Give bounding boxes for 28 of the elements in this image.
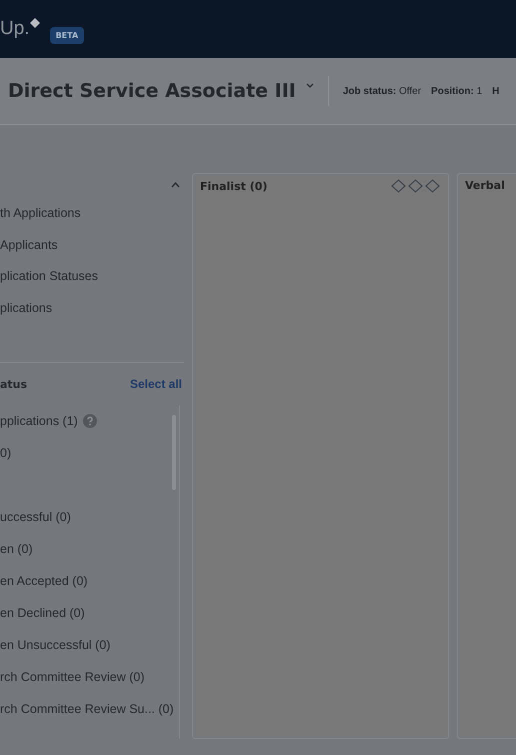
status-option[interactable]: en Unsuccessful (0) — [0, 638, 110, 652]
filter-option[interactable]: th Applications — [0, 206, 81, 220]
diamonds-icon[interactable] — [390, 179, 441, 193]
help-icon[interactable] — [82, 414, 97, 428]
status-option[interactable]: 0) — [0, 446, 12, 460]
status-option[interactable]: en Declined (0) — [0, 606, 85, 620]
job-title: Direct Service Associate III — [8, 80, 296, 102]
chevron-up-icon[interactable] — [171, 182, 180, 188]
meta-text: H — [492, 86, 500, 96]
logo: Up. — [0, 18, 40, 40]
job-status: Job status: Offer — [342, 86, 422, 96]
beta-badge: BETA — [50, 26, 84, 44]
chevron-down-icon[interactable] — [306, 83, 314, 89]
status-option[interactable]: pplications (1) — [0, 414, 78, 428]
diamond-icon — [30, 18, 40, 28]
section-title: atus — [0, 378, 28, 391]
column-title: Verbal — [465, 179, 505, 192]
status-option[interactable]: uccessful (0) — [0, 510, 71, 524]
column-title: Finalist (0) — [200, 180, 268, 192]
status-option[interactable]: en (0) — [0, 542, 33, 556]
status-option[interactable]: rch Committee Review Su... (0) — [0, 702, 174, 716]
filter-option[interactable]: plication Statuses — [0, 269, 98, 284]
filter-option[interactable]: plications — [0, 301, 52, 316]
position: Position: 1 — [431, 86, 482, 96]
status-option[interactable]: en Accepted (0) — [0, 574, 88, 588]
select-all-link[interactable]: Select all — [130, 377, 182, 392]
filter-option[interactable]: Applicants — [0, 238, 58, 252]
status-option[interactable]: rch Committee Review (0) — [0, 670, 144, 684]
